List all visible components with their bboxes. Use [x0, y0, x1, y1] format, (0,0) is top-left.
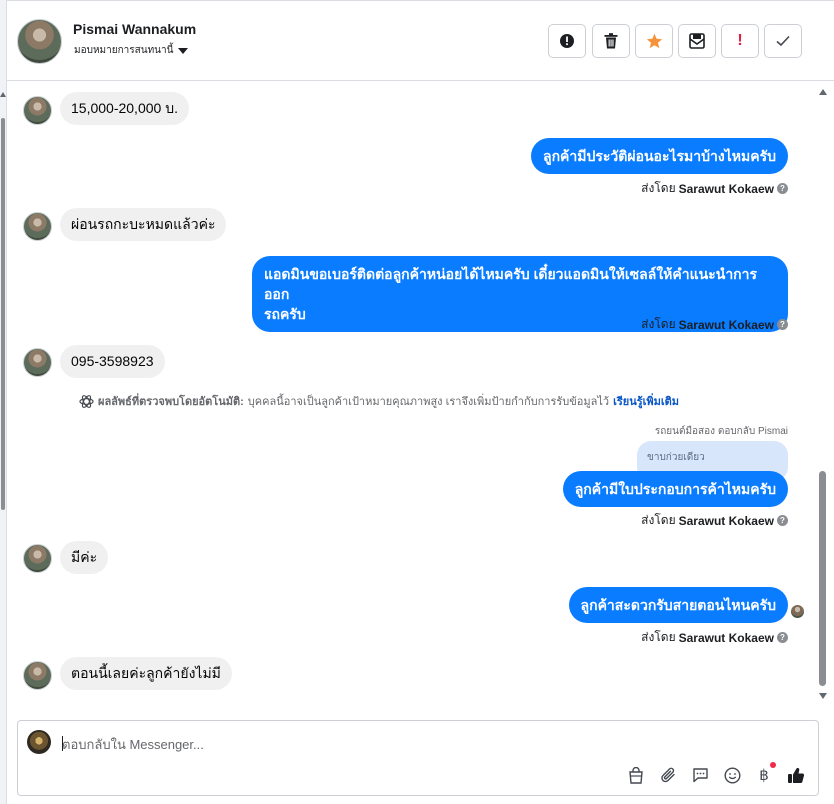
scroll-down-icon[interactable] — [819, 693, 827, 699]
star-icon — [646, 33, 662, 49]
atom-icon — [79, 394, 94, 408]
text-caret — [62, 736, 63, 751]
help-icon[interactable]: ? — [777, 632, 788, 643]
message-line: แอดมินขอเบอร์ติดต่อลูกค้าหน่อยได้ไหมครับ… — [264, 266, 758, 302]
help-icon[interactable]: ? — [777, 183, 788, 194]
reply-input[interactable] — [62, 734, 622, 754]
sent-by-label: ส่งโดย Sarawut Kokaew ? — [641, 628, 788, 647]
page-avatar — [27, 730, 51, 754]
spam-icon: ! — [737, 32, 743, 49]
contact-name[interactable]: Pismai Wannakum — [73, 21, 196, 37]
sent-by-label: ส่งโดย Sarawut Kokaew ? — [641, 511, 788, 530]
message-thread[interactable]: 15,000-20,000 บ. ลูกค้ามีประวัติผ่อนอะไร… — [7, 81, 817, 705]
delete-button[interactable] — [592, 24, 630, 58]
emoji-icon[interactable] — [722, 765, 742, 785]
saved-reply-icon[interactable] — [690, 765, 710, 785]
incoming-message[interactable]: 095-3598923 — [60, 345, 165, 378]
like-icon[interactable] — [786, 765, 806, 785]
agent-name: Sarawut Kokaew — [678, 181, 774, 196]
composer-toolbar: ฿ — [626, 762, 806, 785]
incoming-message[interactable]: ผ่อนรถกะบะหมดแล้วค่ะ — [60, 208, 227, 241]
outgoing-message[interactable]: ลูกค้ามีใบประกอบการค้าไหมครับ — [562, 471, 788, 507]
trash-icon — [604, 33, 618, 49]
contact-avatar-small — [23, 544, 52, 573]
conversation-header: Pismai Wannakum มอบหมายการสนทนานี้ ! — [7, 0, 834, 81]
sent-by-prefix: ส่งโดย — [641, 317, 676, 331]
star-button[interactable] — [635, 24, 673, 58]
thread-scrollbar[interactable] — [817, 81, 830, 705]
baht-symbol: ฿ — [759, 767, 769, 784]
contact-avatar-small — [23, 661, 52, 690]
incoming-message[interactable]: มีค่ะ — [60, 541, 109, 574]
outgoing-message[interactable]: ลูกค้ามีประวัติผ่อนอะไรมาบ้างไหมครับ — [530, 138, 788, 174]
help-icon[interactable]: ? — [777, 319, 788, 330]
assign-conversation-dropdown[interactable]: มอบหมายการสนทนานี้ — [74, 43, 189, 58]
assign-label: มอบหมายการสนทนานี้ — [74, 45, 174, 56]
info-button[interactable] — [548, 24, 586, 58]
auto-detected-note: ผลลัพธ์ที่ตรวจพบโดยอัตโนมัติ: บุคคลนี้อา… — [79, 392, 679, 410]
auto-note-text: บุคคลนี้อาจเป็นลูกค้าเป้าหมายคุณภาพสูง เ… — [247, 396, 610, 408]
agent-name: Sarawut Kokaew — [678, 630, 774, 645]
auto-note-label: ผลลัพธ์ที่ตรวจพบโดยอัตโนมัติ: — [98, 396, 244, 408]
info-icon — [560, 34, 574, 48]
sent-by-prefix: ส่งโดย — [641, 513, 676, 527]
agent-name: Sarawut Kokaew — [678, 317, 774, 332]
incoming-message[interactable]: ตอนนี้เลยค่ะลูกค้ายังไม่มี — [60, 657, 232, 690]
mark-unread-button[interactable] — [678, 24, 716, 58]
agent-name: Sarawut Kokaew — [678, 513, 774, 528]
left-scroll-thumb[interactable] — [1, 118, 5, 510]
reply-meta: รถยนต์มือสอง ตอบกลับ Pismai — [654, 426, 788, 437]
help-icon[interactable]: ? — [777, 515, 788, 526]
sent-by-label: ส่งโดย Sarawut Kokaew ? — [641, 315, 788, 334]
left-scrollbar[interactable] — [0, 0, 7, 804]
sent-by-label: ส่งโดย Sarawut Kokaew ? — [641, 179, 788, 198]
notification-dot — [770, 762, 776, 768]
outgoing-message[interactable]: ลูกค้าสะดวกรับสายตอนไหนครับ — [568, 587, 788, 623]
contact-avatar[interactable] — [17, 19, 62, 64]
shop-icon[interactable] — [626, 765, 646, 785]
message-composer: ฿ — [17, 720, 819, 796]
attachment-icon[interactable] — [658, 765, 678, 785]
sent-by-prefix: ส่งโดย — [641, 630, 676, 644]
scroll-up-arrow-icon[interactable] — [0, 92, 6, 97]
mark-unread-icon — [689, 33, 705, 49]
payment-icon[interactable]: ฿ — [754, 762, 776, 785]
contact-avatar-small — [23, 348, 52, 377]
contact-avatar-small — [23, 212, 52, 241]
done-button[interactable] — [764, 24, 802, 58]
spam-button[interactable]: ! — [721, 24, 759, 58]
seen-avatar — [791, 605, 804, 618]
scroll-up-icon[interactable] — [819, 89, 827, 95]
check-icon — [776, 35, 790, 47]
caret-down-icon — [178, 47, 189, 54]
sent-by-prefix: ส่งโดย — [641, 181, 676, 195]
thread-scroll-thumb[interactable] — [819, 471, 826, 686]
learn-more-link[interactable]: เรียนรู้เพิ่มเติม — [613, 392, 679, 410]
contact-avatar-small — [23, 96, 52, 125]
incoming-message[interactable]: 15,000-20,000 บ. — [60, 92, 189, 125]
